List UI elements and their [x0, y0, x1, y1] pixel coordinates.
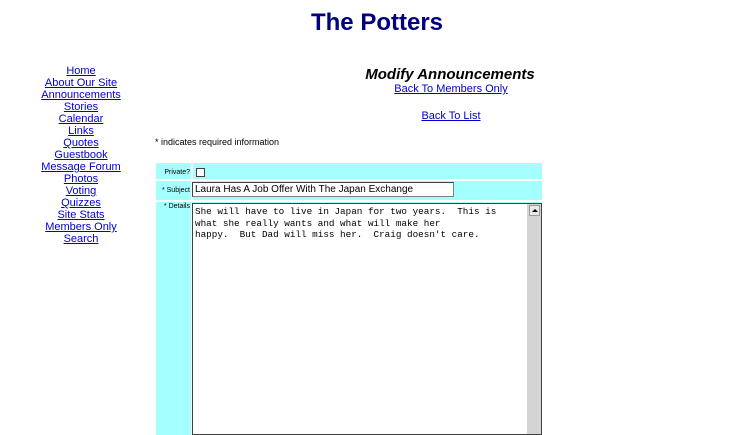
details-scrollbar[interactable]: [527, 204, 541, 434]
subject-input[interactable]: Laura Has A Job Offer With The Japan Exc…: [192, 182, 454, 197]
side-nav: Home About Our Site Announcements Storie…: [36, 65, 126, 245]
site-title: The Potters: [310, 9, 444, 36]
details-label: * Details: [163, 203, 190, 210]
nav-about[interactable]: About Our Site: [36, 77, 126, 89]
nav-calendar[interactable]: Calendar: [36, 113, 126, 125]
nav-quizzes[interactable]: Quizzes: [36, 197, 126, 209]
required-note: * indicates required information: [155, 137, 280, 147]
subject-label: * Subject: [161, 187, 190, 194]
announcement-form: Private? * Subject Laura Has A Job Offer…: [156, 163, 542, 435]
scroll-up-arrow-icon[interactable]: [529, 205, 540, 216]
nav-home[interactable]: Home: [36, 65, 126, 77]
nav-announcements[interactable]: Announcements: [36, 89, 126, 101]
nav-links[interactable]: Links: [36, 125, 126, 137]
details-textarea[interactable]: She will have to live in Japan for two y…: [192, 203, 542, 435]
back-to-list-link[interactable]: Back To List: [301, 110, 601, 122]
row-divider: [156, 200, 542, 202]
nav-message-forum[interactable]: Message Forum: [36, 161, 126, 173]
details-text: She will have to live in Japan for two y…: [195, 206, 497, 240]
row-divider: [156, 179, 542, 181]
page-heading: Modify Announcements: [365, 66, 535, 83]
nav-guestbook[interactable]: Guestbook: [36, 149, 126, 161]
nav-search[interactable]: Search: [36, 233, 126, 245]
private-label: Private?: [164, 169, 190, 176]
nav-members-only[interactable]: Members Only: [36, 221, 126, 233]
private-checkbox[interactable]: [196, 168, 205, 177]
back-to-members-link[interactable]: Back To Members Only: [301, 83, 601, 95]
nav-stories[interactable]: Stories: [36, 101, 126, 113]
nav-voting[interactable]: Voting: [36, 185, 126, 197]
nav-quotes[interactable]: Quotes: [36, 137, 126, 149]
nav-photos[interactable]: Photos: [36, 173, 126, 185]
nav-site-stats[interactable]: Site Stats: [36, 209, 126, 221]
